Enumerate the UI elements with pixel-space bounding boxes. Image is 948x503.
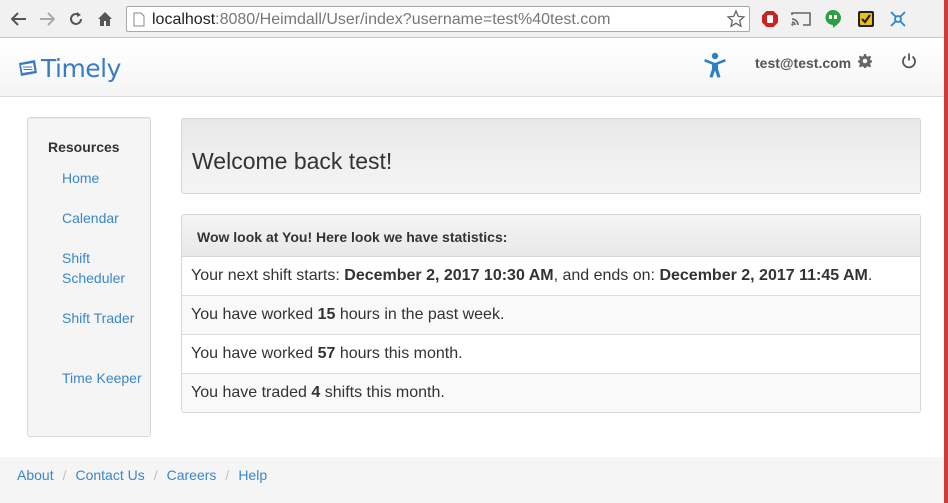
back-button[interactable] [8,8,30,30]
reload-icon [70,12,82,25]
url-text[interactable]: localhost:8080/Heimdall/User/index?usern… [152,11,610,29]
gear-icon[interactable] [858,54,872,68]
address-bar[interactable]: localhost:8080/Heimdall/User/index?usern… [126,6,750,32]
hangouts-extension-button[interactable] [822,8,844,30]
stop-sign-icon [762,11,778,27]
browser-toolbar: localhost:8080/Heimdall/User/index?usern… [0,0,948,38]
chat-bubble-icon [825,10,841,28]
footer-separator: / [153,467,158,483]
network-extension-button[interactable] [887,8,909,30]
logo[interactable]: Timely [17,53,121,83]
footer-breadcrumb: About / Contact Us / Careers / Help [17,467,267,483]
bookmark-star-icon[interactable] [727,10,745,28]
statistics-panel: Wow look at You! Here look we have stati… [181,214,921,413]
sidebar-item-calendar[interactable]: Calendar [62,208,142,228]
home-button[interactable] [94,8,116,30]
home-icon [98,12,112,26]
arrow-left-icon [11,12,26,26]
url-path: :8080/Heimdall/User/index?username=test%… [215,11,611,28]
week-hours-row: You have worked 15 hours in the past wee… [182,296,920,335]
cast-icon [791,12,811,26]
sidebar-item-home[interactable]: Home [62,168,142,188]
sidebar: Resources Home Calendar Shift Scheduler … [27,117,151,437]
check-extension-button[interactable] [855,8,877,30]
statistics-heading: Wow look at You! Here look we have stati… [182,215,920,257]
arrow-right-icon [40,12,55,26]
calendar-logo-icon [19,60,37,76]
cast-extension-button[interactable] [790,8,812,30]
window-border-right [944,38,948,503]
footer-link-help[interactable]: Help [238,467,267,483]
next-shift-prefix: Your next shift starts: [191,267,345,284]
week-hours-suffix: hours in the past week. [335,306,505,323]
month-hours-value: 57 [317,345,336,362]
week-hours-prefix: You have worked [191,306,318,323]
week-hours-value: 15 [317,306,336,323]
page-icon [133,12,145,27]
footer-separator: / [225,467,230,483]
next-shift-row: Your next shift starts: December 2, 2017… [182,257,920,296]
statistics-heading-text: Wow look at You! Here look we have stati… [197,229,508,245]
user-email[interactable]: test@test.com [755,55,851,71]
welcome-panel: Welcome back test! [181,118,921,194]
molecule-icon [890,11,906,27]
traded-prefix: You have traded [191,384,312,401]
footer: About / Contact Us / Careers / Help [0,457,944,503]
traded-shifts-row: You have traded 4 shifts this month. [182,374,920,412]
next-shift-suffix: . [867,267,873,284]
accessibility-person-icon[interactable] [704,52,726,78]
footer-link-about[interactable]: About [17,467,54,483]
sidebar-item-shift-trader[interactable]: Shift Trader [62,308,142,328]
sidebar-heading: Resources [48,139,120,155]
month-hours-row: You have worked 57 hours this month. [182,335,920,374]
power-icon[interactable] [901,53,917,69]
logo-text: Timely [41,53,121,83]
window-border [944,0,948,38]
next-shift-middle: , and ends on: [553,267,660,284]
checkmark-icon [858,11,874,27]
footer-separator: / [62,467,67,483]
forward-button[interactable] [36,8,58,30]
url-host: localhost [152,11,216,28]
footer-link-contact-us[interactable]: Contact Us [75,467,144,483]
traded-value: 4 [311,384,321,401]
footer-link-careers[interactable]: Careers [167,467,217,483]
adblock-extension-button[interactable] [759,8,781,30]
app-header: Timely test@test.com [0,39,944,97]
month-hours-prefix: You have worked [191,345,318,362]
sidebar-item-time-keeper[interactable]: Time Keeper [62,368,142,388]
reload-button[interactable] [65,8,87,30]
next-shift-start: December 2, 2017 10:30 AM [344,267,554,284]
sidebar-item-shift-scheduler[interactable]: Shift Scheduler [62,248,142,288]
traded-suffix: shifts this month. [320,384,445,401]
next-shift-end: December 2, 2017 11:45 AM [659,267,868,284]
welcome-title: Welcome back test! [192,148,393,174]
month-hours-suffix: hours this month. [335,345,463,362]
